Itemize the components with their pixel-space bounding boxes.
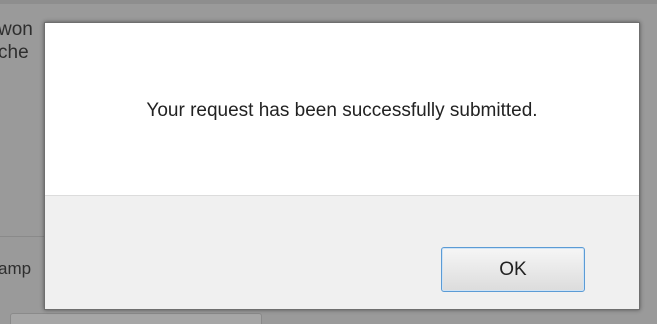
background-text-line: amp [0,259,32,278]
background-top-strip [0,0,657,4]
background-divider [0,236,48,237]
dialog-body: Your request has been successfully submi… [45,23,639,195]
dialog-footer: OK [45,195,639,309]
background-text-line: won [0,19,33,40]
background-input-field [10,313,262,324]
ok-button[interactable]: OK [441,247,585,292]
background-text-line: che [0,42,29,63]
alert-dialog: Your request has been successfully submi… [44,22,640,310]
dialog-message: Your request has been successfully submi… [146,100,538,121]
page-overlay: won che amp Your request has been succes… [0,0,657,324]
